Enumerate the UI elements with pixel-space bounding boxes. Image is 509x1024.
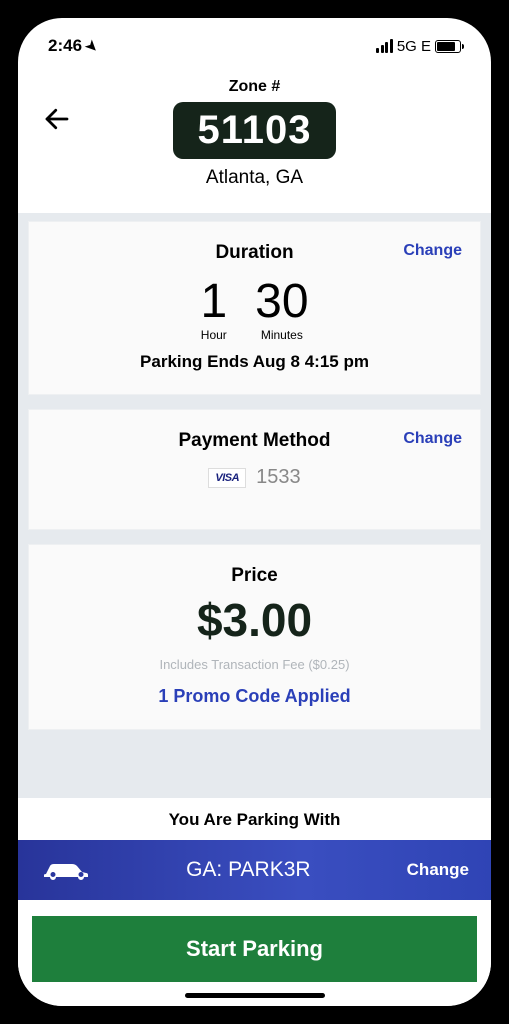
car-icon (40, 858, 90, 882)
start-parking-button[interactable]: Start Parking (32, 916, 477, 982)
vehicle-plate: GA: PARK3R (90, 858, 407, 882)
status-bar: 2:46 ➤ 5G E (18, 18, 491, 66)
card-last4: 1533 (256, 466, 301, 489)
back-button[interactable] (42, 104, 72, 142)
status-time: 2:46 (48, 36, 82, 56)
vehicle-change-link[interactable]: Change (407, 860, 469, 880)
vehicle-bar: GA: PARK3R Change (18, 840, 491, 900)
price-amount: $3.00 (47, 593, 462, 647)
content-area: Duration Change 1 Hour 30 Minutes Parkin… (18, 213, 491, 798)
promo-applied-link[interactable]: 1 Promo Code Applied (47, 686, 462, 707)
page-header: Zone # 51103 Atlanta, GA (18, 66, 491, 213)
duration-hour-unit: Hour (200, 328, 227, 342)
duration-min-value: 30 (255, 278, 308, 326)
home-indicator[interactable] (185, 993, 325, 998)
network-label: 5G E (397, 38, 431, 55)
location-arrow-icon: ➤ (82, 36, 102, 56)
payment-card: Payment Method Change VISA 1533 (28, 409, 481, 530)
zone-label: Zone # (48, 78, 461, 96)
duration-hour-value: 1 (200, 278, 227, 326)
vehicle-section-label: You Are Parking With (18, 810, 491, 840)
payment-change-link[interactable]: Change (403, 430, 462, 448)
fee-note: Includes Transaction Fee ($0.25) (47, 657, 462, 672)
battery-icon (435, 40, 461, 53)
price-card: Price $3.00 Includes Transaction Fee ($0… (28, 544, 481, 730)
duration-card: Duration Change 1 Hour 30 Minutes Parkin… (28, 221, 481, 395)
zone-location: Atlanta, GA (48, 167, 461, 189)
duration-title: Duration (215, 242, 293, 264)
payment-title: Payment Method (178, 430, 330, 452)
footer: You Are Parking With GA: PARK3R Change S… (18, 798, 491, 1006)
price-title: Price (231, 565, 277, 587)
duration-change-link[interactable]: Change (403, 242, 462, 260)
duration-min-unit: Minutes (255, 328, 308, 342)
signal-bars-icon (376, 39, 393, 53)
card-brand-icon: VISA (208, 468, 246, 488)
zone-number-badge: 51103 (173, 102, 335, 159)
parking-ends-text: Parking Ends Aug 8 4:15 pm (47, 352, 462, 372)
